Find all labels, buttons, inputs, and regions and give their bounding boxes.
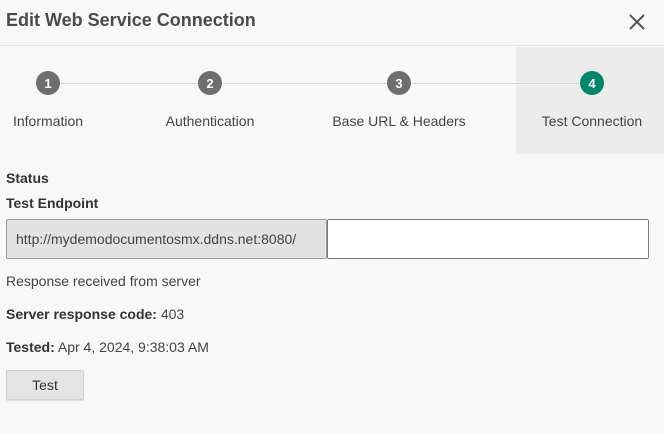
step-number-badge: 2 [198,71,222,95]
response-message: Response received from server [6,273,201,289]
step-authentication[interactable]: 2 Authentication [150,47,270,154]
step-information[interactable]: 1 Information [0,47,100,154]
close-icon [629,14,645,30]
test-endpoint-label: Test Endpoint [6,195,99,211]
test-button[interactable]: Test [6,370,84,400]
response-code-row: Server response code: 403 [6,306,184,322]
wizard-stepper: 1 Information 2 Authentication 3 Base UR… [0,47,664,154]
endpoint-base-url-field: http://mydemodocumentosmx.ddns.net:8080/ [6,219,327,259]
dialog-title: Edit Web Service Connection [6,10,256,30]
tested-row: Tested: Apr 4, 2024, 9:38:03 AM [6,339,209,355]
close-button[interactable] [626,11,648,33]
step-label: Information [12,113,84,129]
tested-label: Tested: [6,339,55,355]
step-label: Authentication [165,113,255,129]
step-base-url-headers[interactable]: 3 Base URL & Headers [320,47,480,154]
step-number-badge: 1 [36,71,60,95]
step-test-connection[interactable]: 4 Test Connection [516,47,664,154]
response-code-value: 403 [160,306,185,322]
step-number-badge: 3 [387,71,411,95]
response-code-label: Server response code: [6,306,157,322]
dialog-header: Edit Web Service Connection [0,0,664,46]
status-heading: Status [6,170,49,186]
step-label: Test Connection [541,113,643,129]
step-label: Base URL & Headers [332,113,466,129]
endpoint-path-input[interactable] [327,219,649,259]
step-number-badge: 4 [580,71,604,95]
tested-timestamp: Apr 4, 2024, 9:38:03 AM [57,339,209,355]
